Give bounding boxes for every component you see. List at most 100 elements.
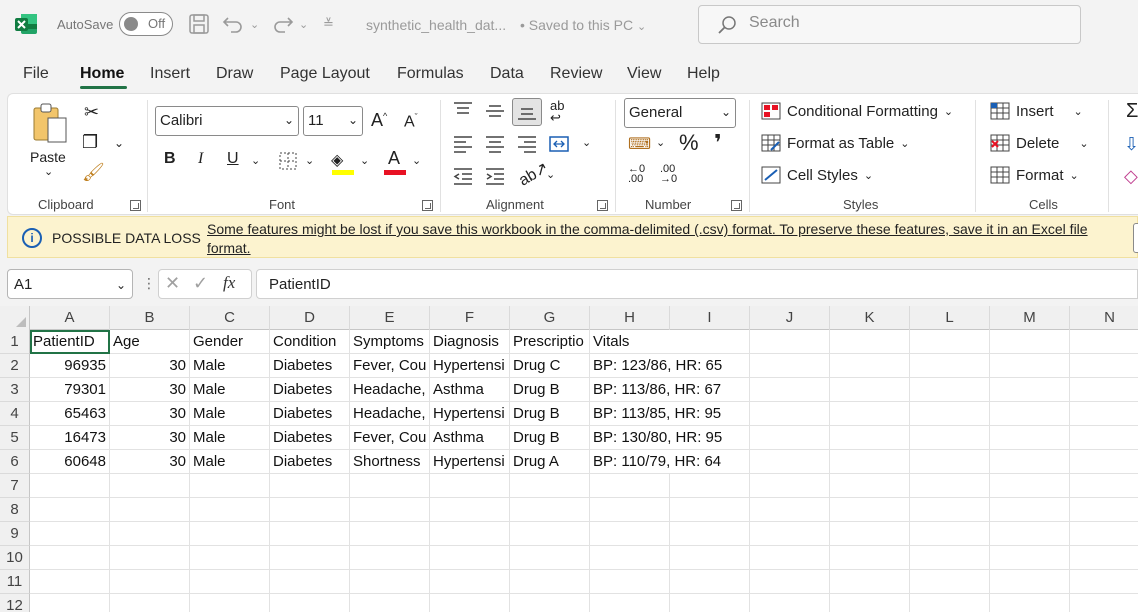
format-as-table-button[interactable]: Format as Table ⌄: [761, 134, 910, 152]
cell-j12[interactable]: [750, 594, 830, 612]
cell-m9[interactable]: [990, 522, 1070, 546]
tab-draw[interactable]: Draw: [216, 65, 253, 83]
cell-k7[interactable]: [830, 474, 910, 498]
align-bottom-button[interactable]: [512, 98, 542, 126]
cell-i10[interactable]: [670, 546, 750, 570]
cancel-icon[interactable]: ✕: [165, 273, 180, 294]
comma-style-button[interactable]: ❜: [714, 130, 722, 156]
fill-icon[interactable]: ⇩: [1124, 134, 1138, 155]
cell-d5[interactable]: Diabetes: [270, 426, 350, 450]
underline-dropdown-icon[interactable]: ⌄: [251, 154, 260, 167]
autosave-toggle[interactable]: Off: [119, 12, 173, 36]
cell-a5[interactable]: 16473: [30, 426, 110, 450]
cell-n3[interactable]: [1070, 378, 1138, 402]
cell-e6[interactable]: Shortness: [350, 450, 430, 474]
borders-dropdown-icon[interactable]: ⌄: [305, 154, 314, 167]
format-cells-button[interactable]: Format ⌄: [990, 166, 1079, 184]
redo-dropdown-icon[interactable]: ⌄: [299, 18, 308, 31]
cell-i7[interactable]: [670, 474, 750, 498]
cell-g12[interactable]: [510, 594, 590, 612]
cell-d10[interactable]: [270, 546, 350, 570]
cell-m8[interactable]: [990, 498, 1070, 522]
row-header-5[interactable]: 5: [0, 426, 30, 450]
cell-f8[interactable]: [430, 498, 510, 522]
tab-view[interactable]: View: [627, 65, 661, 83]
cell-b10[interactable]: [110, 546, 190, 570]
cell-d11[interactable]: [270, 570, 350, 594]
cell-m4[interactable]: [990, 402, 1070, 426]
cell-f3[interactable]: Asthma: [430, 378, 510, 402]
insert-cells-button[interactable]: Insert ⌄: [990, 102, 1083, 120]
row-header-9[interactable]: 9: [0, 522, 30, 546]
cell-n1[interactable]: [1070, 330, 1138, 354]
cell-l7[interactable]: [910, 474, 990, 498]
align-top-icon[interactable]: [452, 100, 474, 120]
cell-a9[interactable]: [30, 522, 110, 546]
merge-center-icon[interactable]: [548, 134, 570, 154]
cell-d4[interactable]: Diabetes: [270, 402, 350, 426]
decrease-decimal-icon[interactable]: .00 →0: [660, 164, 677, 185]
cell-g1[interactable]: Prescriptio: [510, 330, 590, 354]
cell-a7[interactable]: [30, 474, 110, 498]
clear-icon[interactable]: ◇: [1124, 166, 1138, 187]
copy-icon[interactable]: ❐: [82, 132, 98, 153]
cell-d6[interactable]: Diabetes: [270, 450, 350, 474]
column-header-a[interactable]: A: [30, 306, 110, 330]
cell-j3[interactable]: [750, 378, 830, 402]
underline-button[interactable]: U: [227, 150, 239, 168]
cell-l6[interactable]: [910, 450, 990, 474]
cell-l9[interactable]: [910, 522, 990, 546]
cell-e9[interactable]: [350, 522, 430, 546]
cell-l8[interactable]: [910, 498, 990, 522]
cell-n2[interactable]: [1070, 354, 1138, 378]
number-format-combo[interactable]: General ⌄: [624, 98, 736, 128]
cell-n10[interactable]: [1070, 546, 1138, 570]
tab-insert[interactable]: Insert: [150, 65, 190, 83]
cell-f9[interactable]: [430, 522, 510, 546]
warning-message-link[interactable]: Some features might be lost if you save …: [207, 220, 1127, 258]
cell-a10[interactable]: [30, 546, 110, 570]
more-options-icon[interactable]: ⋮: [142, 275, 156, 292]
cell-h9[interactable]: [590, 522, 670, 546]
cell-d9[interactable]: [270, 522, 350, 546]
cell-c1[interactable]: Gender: [190, 330, 270, 354]
cell-b5[interactable]: 30: [110, 426, 190, 450]
cell-g6[interactable]: Drug A: [510, 450, 590, 474]
cell-i9[interactable]: [670, 522, 750, 546]
cell-m10[interactable]: [990, 546, 1070, 570]
cell-e11[interactable]: [350, 570, 430, 594]
tab-data[interactable]: Data: [490, 65, 524, 83]
cell-h11[interactable]: [590, 570, 670, 594]
cell-a1[interactable]: PatientID: [30, 330, 110, 354]
warning-action-button[interactable]: [1133, 223, 1138, 253]
cell-m1[interactable]: [990, 330, 1070, 354]
tab-help[interactable]: Help: [687, 65, 720, 83]
grow-font-icon[interactable]: A^: [371, 110, 387, 131]
cell-d1[interactable]: Condition: [270, 330, 350, 354]
cell-l3[interactable]: [910, 378, 990, 402]
redo-icon[interactable]: [272, 13, 294, 35]
cell-j9[interactable]: [750, 522, 830, 546]
cell-c3[interactable]: Male: [190, 378, 270, 402]
cell-c12[interactable]: [190, 594, 270, 612]
cell-n11[interactable]: [1070, 570, 1138, 594]
cell-c6[interactable]: Male: [190, 450, 270, 474]
undo-icon[interactable]: [222, 13, 244, 35]
cell-m11[interactable]: [990, 570, 1070, 594]
cell-h7[interactable]: [590, 474, 670, 498]
column-header-f[interactable]: F: [430, 306, 510, 330]
cell-b3[interactable]: 30: [110, 378, 190, 402]
row-header-12[interactable]: 12: [0, 594, 30, 612]
italic-button[interactable]: I: [198, 150, 203, 168]
cell-c4[interactable]: Male: [190, 402, 270, 426]
tab-formulas[interactable]: Formulas: [397, 65, 464, 83]
column-header-m[interactable]: M: [990, 306, 1070, 330]
cell-e10[interactable]: [350, 546, 430, 570]
percent-button[interactable]: %: [679, 130, 699, 156]
cell-k11[interactable]: [830, 570, 910, 594]
cell-e2[interactable]: Fever, Cou: [350, 354, 430, 378]
cell-i11[interactable]: [670, 570, 750, 594]
cell-f7[interactable]: [430, 474, 510, 498]
cell-l10[interactable]: [910, 546, 990, 570]
row-header-2[interactable]: 2: [0, 354, 30, 378]
